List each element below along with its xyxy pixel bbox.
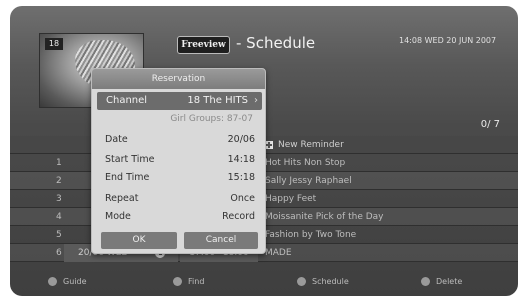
programme-name: MADE <box>265 248 292 258</box>
programme-name: Hot Hits Non Stop <box>265 158 346 168</box>
channel-value: 18 The HITS <box>187 95 248 106</box>
new-reminder-label: New Reminder <box>278 140 344 150</box>
guide-button[interactable]: Guide <box>48 277 87 286</box>
new-reminder-item[interactable]: New Reminder <box>265 136 344 154</box>
row-number: 1 <box>56 158 62 168</box>
tv-screen: 18 Freeview - Schedule 14:08 WED 20 JUN … <box>10 6 518 296</box>
chevron-right-icon: › <box>254 95 258 106</box>
color-key-icon <box>173 277 182 286</box>
plus-icon <box>265 141 273 149</box>
ok-button[interactable]: OK <box>101 232 177 249</box>
row-number: 6 <box>56 248 62 258</box>
field-label: Start Time <box>105 154 155 165</box>
footer-bar: Guide Find Schedule Delete <box>10 272 518 296</box>
color-key-icon <box>421 277 430 286</box>
field-label: Repeat <box>105 193 139 204</box>
row-number: 5 <box>56 230 62 240</box>
delete-label: Delete <box>436 277 463 286</box>
field-label: Mode <box>105 211 131 222</box>
cancel-button[interactable]: Cancel <box>184 232 258 249</box>
field-label: End Time <box>105 172 150 183</box>
field-value: 14:18 <box>227 154 255 165</box>
field-value: 20/06 <box>227 134 255 145</box>
find-button[interactable]: Find <box>173 277 204 286</box>
programme-name: Sally Jessy Raphael <box>265 176 352 186</box>
color-key-icon <box>297 277 306 286</box>
field-label: Date <box>105 134 128 145</box>
end-time-field[interactable]: End Time 15:18 <box>105 171 255 185</box>
programme-title: Girl Groups: 87-07 <box>170 114 253 124</box>
schedule-label: Schedule <box>312 277 349 286</box>
programme-name: Happy Feet <box>265 194 317 204</box>
field-value: Record <box>222 211 255 222</box>
clock-display: 14:08 WED 20 JUN 2007 <box>399 36 497 45</box>
page-counter: 0/ 7 <box>480 119 500 130</box>
row-number: 4 <box>56 212 62 222</box>
start-time-field[interactable]: Start Time 14:18 <box>105 153 255 167</box>
field-value: Once <box>230 193 255 204</box>
field-value: 15:18 <box>227 172 255 183</box>
channel-selector[interactable]: Channel 18 The HITS › <box>97 92 262 110</box>
find-label: Find <box>188 277 205 286</box>
row-number: 2 <box>56 176 62 186</box>
row-number: 3 <box>56 194 62 204</box>
channel-label: Channel <box>106 95 148 106</box>
schedule-button[interactable]: Schedule <box>297 277 349 286</box>
programme-name: Moissanite Pick of the Day <box>265 212 384 222</box>
color-key-icon <box>48 277 57 286</box>
freeview-logo: Freeview <box>177 36 230 54</box>
page-title: - Schedule <box>236 34 316 52</box>
programme-name: Fashion by Two Tone <box>265 230 357 240</box>
repeat-field[interactable]: Repeat Once <box>105 192 255 206</box>
delete-button[interactable]: Delete <box>421 277 462 286</box>
date-field[interactable]: Date 20/06 <box>105 133 255 147</box>
dialog-title: Reservation <box>92 69 265 89</box>
reservation-dialog: Reservation Channel 18 The HITS › Girl G… <box>91 68 266 254</box>
channel-number-badge: 18 <box>45 38 63 50</box>
guide-label: Guide <box>63 277 87 286</box>
mode-field[interactable]: Mode Record <box>105 210 255 224</box>
